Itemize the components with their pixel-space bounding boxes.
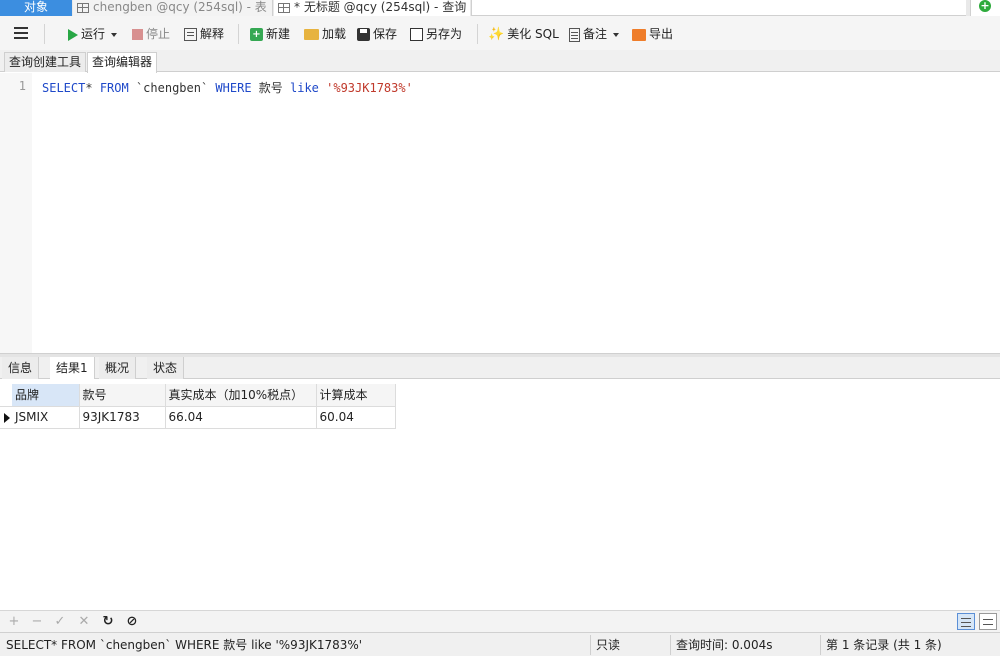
sql-line[interactable]: SELECT* FROM `chengben` WHERE 款号 like '%… [42,79,413,96]
column-header-actual-cost[interactable]: 真实成本（加10%税点） [165,384,317,407]
stop-icon [132,29,143,40]
discard-changes-icon[interactable]: ✕ [76,614,92,630]
save-label: 保存 [373,27,398,41]
tab-table-label: chengben @qcy (254sql) - 表 [93,0,267,14]
export-button[interactable]: 导出 [632,24,673,44]
run-label: 运行 [81,27,106,41]
run-dropdown-icon[interactable] [111,32,118,37]
tab-query-editor[interactable]: 查询编辑器 [87,52,158,73]
new-label: 新建 [266,27,291,41]
cell-actual-cost[interactable]: 66.04 [165,406,317,429]
add-record-icon[interactable]: + [6,614,22,630]
tab-strip-empty-area [471,0,966,16]
line-number: 1 [18,79,26,93]
column-header-brand[interactable]: 品牌 [12,384,80,407]
tab-query-builder[interactable]: 查询创建工具 [4,52,87,72]
cell-brand[interactable]: JSMIX [12,406,80,429]
menu-icon[interactable] [14,27,28,39]
stop-query-icon[interactable]: ⊘ [124,614,140,630]
new-query-icon: + [250,28,263,41]
new-button[interactable]: + 新建 [250,24,290,44]
column-header-style-no[interactable]: 款号 [79,384,166,407]
row-pointer-icon [4,412,10,423]
sql-field-name: 款号 [251,81,290,95]
cell-calc-cost[interactable]: 60.04 [316,406,396,429]
floppy-icon [357,28,370,41]
apply-changes-icon[interactable]: ✓ [52,614,68,630]
status-record-count: 第 1 条记录 (共 1 条) [826,638,942,652]
load-button[interactable]: 加载 [304,24,346,44]
sql-table-name: `chengben` [128,81,216,95]
tab-status[interactable]: 状态 [147,357,185,379]
save-as-icon [410,28,423,41]
table-row[interactable]: JSMIX 93JK1783 66.04 60.04 [0,406,396,429]
tab-objects[interactable]: 对象 [0,0,72,16]
tab-result1[interactable]: 结果1 [50,357,95,379]
editor-mode-tabs: 查询创建工具 查询编辑器 [0,50,1000,73]
stop-label: 停止 [146,27,171,41]
beautify-label: 美化 SQL [507,27,559,41]
cell-style-no[interactable]: 93JK1783 [79,406,166,429]
sql-keyword-from: FROM [99,81,129,95]
column-header-calc-cost[interactable]: 计算成本 [316,384,396,407]
query-icon [278,2,290,13]
new-tab-button[interactable]: + [970,0,1000,16]
sql-keyword-select: SELECT [42,81,86,95]
explain-button[interactable]: 解释 [184,24,224,44]
notes-icon [569,27,580,42]
notes-button[interactable]: 备注 [569,24,620,44]
result-grid[interactable]: 品牌 款号 真实成本（加10%税点） 计算成本 JSMIX 93JK1783 6… [0,384,396,429]
explain-icon [184,28,197,41]
run-button[interactable]: 运行 [68,24,118,44]
sql-keyword-where: WHERE [215,81,252,95]
form-view-icon[interactable] [979,613,997,630]
sql-string-value: '%93JK1783%' [318,81,413,95]
folder-icon [304,29,319,40]
save-as-label: 另存为 [426,27,463,41]
status-bar: SELECT* FROM `chengben` WHERE 款号 like '%… [0,632,1000,656]
stop-button[interactable]: 停止 [132,24,170,44]
row-header-corner [0,384,12,407]
delete-record-icon[interactable]: − [29,614,45,630]
toolbar-divider [477,24,478,44]
tab-untitled-query[interactable]: * 无标题 @qcy (254sql) - 查询 [274,0,470,16]
line-number-gutter: 1 [0,73,32,353]
tab-table-chengben[interactable]: chengben @qcy (254sql) - 表 [73,0,273,16]
refresh-icon[interactable]: ↻ [100,614,116,630]
add-tab-icon: + [979,0,991,12]
tab-overview[interactable]: 概况 [99,357,137,379]
play-icon [68,28,78,41]
result-tabs: 信息 结果1 概况 状态 [0,357,1000,379]
status-readonly: 只读 [596,638,621,652]
toolbar-divider [44,24,45,44]
sql-keyword-like: like [290,81,319,95]
toolbar-divider [238,24,239,44]
status-query-time: 查询时间: 0.004s [676,638,773,652]
table-icon [77,2,89,13]
save-as-button[interactable]: 另存为 [410,24,462,44]
sql-editor[interactable]: 1 SELECT* FROM `chengben` WHERE 款号 like … [0,73,1000,353]
export-icon [632,28,646,41]
query-toolbar: 运行 停止 解释 + 新建 加载 保存 另存为 ✨ 美化 SQL 备注 导出 [0,16,1000,50]
grid-view-icon[interactable] [957,613,975,630]
current-row-indicator [0,406,12,429]
explain-label: 解释 [200,27,225,41]
beautify-sql-button[interactable]: ✨ 美化 SQL [488,24,559,44]
tab-query-label: * 无标题 @qcy (254sql) - 查询 [294,0,467,14]
notes-dropdown-icon[interactable] [613,32,620,37]
save-button[interactable]: 保存 [357,24,397,44]
tab-info[interactable]: 信息 [2,357,40,379]
load-label: 加载 [322,27,347,41]
export-label: 导出 [649,27,674,41]
notes-label: 备注 [583,27,608,41]
status-query-text: SELECT* FROM `chengben` WHERE 款号 like '%… [6,638,363,652]
grid-action-bar: + − ✓ ✕ ↻ ⊘ [0,610,1000,632]
sql-star: * [85,81,100,95]
document-tab-strip: 对象 chengben @qcy (254sql) - 表 * 无标题 @qcy… [0,0,1000,16]
magic-wand-icon: ✨ [488,27,505,42]
